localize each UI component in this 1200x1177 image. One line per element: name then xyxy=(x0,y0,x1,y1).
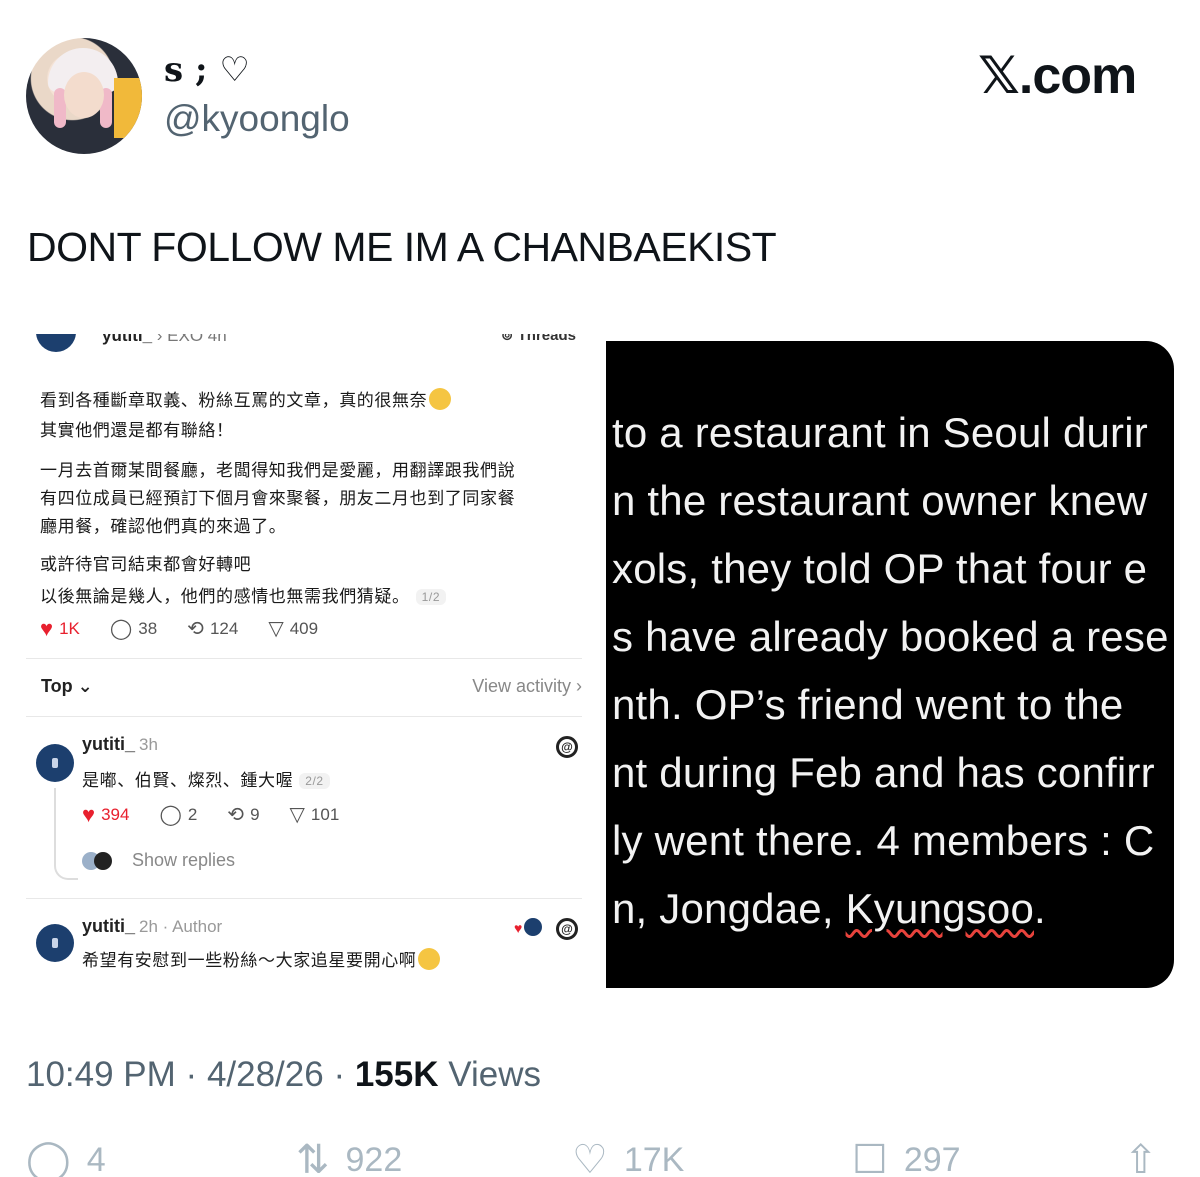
views-count: 155K xyxy=(354,1055,439,1094)
reply-avatar xyxy=(36,744,74,782)
reply-button[interactable]: ◯ 4 xyxy=(26,1140,106,1177)
pleading-emoji-icon xyxy=(418,948,441,970)
media-image-threads-screenshot[interactable]: yutiti_ › EXO 4h ⊚ Threads 看到各種斷章取義、粉絲互罵… xyxy=(26,334,600,988)
reply-metrics: ♥ 394 ◯ 2 ⟲ 9 ▽ 101 xyxy=(82,802,340,827)
pager-badge: 1/2 xyxy=(415,589,447,605)
post-line: 廳用餐，確認他們真的來過了。 xyxy=(40,517,287,536)
threads-username: yutiti_ › EXO 4h xyxy=(102,334,227,345)
translation-line: s have already booked a rese xyxy=(612,613,1169,660)
reply-text: 希望有安慰到一些粉絲～大家追星要開心啊 xyxy=(82,946,441,971)
threads-logo-icon: @ xyxy=(556,918,578,940)
repost-icon: ⟲ xyxy=(187,618,204,640)
send-icon: ▽ xyxy=(289,804,305,826)
heart-icon: ♥ xyxy=(40,616,54,641)
post-line: 看到各種斷章取義、粉絲互罵的文章，真的很無奈 xyxy=(40,386,452,411)
post-line: 其實他們還是都有聯絡！ xyxy=(40,421,234,440)
comment-icon: ◯ xyxy=(109,618,133,640)
repost-icon: ⇅ xyxy=(296,1138,330,1177)
bookmark-icon: ☐ xyxy=(852,1138,888,1177)
threads-app-label: ⊚ Threads xyxy=(500,334,576,344)
threads-logo-icon: @ xyxy=(556,736,578,758)
reply-avatars xyxy=(82,852,122,872)
liked-by-author-badge: ♥ xyxy=(514,918,544,938)
comment-icon: ◯ xyxy=(159,804,182,826)
send-icon: ▽ xyxy=(268,618,284,640)
reply-icon: ◯ xyxy=(26,1138,71,1177)
action-bar: ◯ 4 ⇅ 922 ♡ 17K ☐ 297 ⇧ xyxy=(26,1140,1176,1177)
tweet-text: DONT FOLLOW ME IM A CHANBAEKIST xyxy=(27,224,777,270)
reply-text: 是嘟、伯賢、燦烈、鍾大喔 2/2 xyxy=(82,766,330,791)
post-line: 一月去首爾某間餐廳，老闆得知我們是愛麗，用翻譯跟我們說 xyxy=(40,461,516,480)
translation-line: nth. OP’s friend went to the xyxy=(612,681,1124,728)
post-line: 或許待官司結束都會好轉吧 xyxy=(40,555,252,574)
threads-avatar xyxy=(36,334,76,352)
user-handle[interactable]: @kyoonglo xyxy=(164,98,350,140)
sort-label: Top ⌄ xyxy=(41,676,93,696)
like-button[interactable]: ♡ 17K xyxy=(572,1140,684,1177)
translation-line: to a restaurant in Seoul durir xyxy=(612,409,1148,456)
share-button[interactable]: ⇧ xyxy=(1124,1140,1158,1177)
view-activity-link: View activity › xyxy=(472,676,582,696)
share-icon: ⇧ xyxy=(1124,1138,1158,1177)
heart-icon: ♥ xyxy=(82,802,96,827)
bookmark-button[interactable]: ☐ 297 xyxy=(852,1140,961,1177)
heart-icon: ♡ xyxy=(572,1138,608,1177)
x-logo: 𝕏.com xyxy=(978,47,1137,105)
repost-icon: ⟲ xyxy=(227,804,245,826)
reply-avatar xyxy=(36,924,74,962)
translation-line: ly went there. 4 members : C xyxy=(612,817,1155,864)
tweet-timestamp[interactable]: 10:49 PM · 4/28/26 · 155K Views xyxy=(26,1055,541,1095)
translation-line: n the restaurant owner knew xyxy=(612,477,1148,524)
post-line: 以後無論是幾人，他們的感情也無需我們猜疑。 1/2 xyxy=(40,582,447,607)
translation-line: nt during Feb and has confirr xyxy=(612,749,1155,796)
reply-username: yutiti_ 3h xyxy=(82,734,158,754)
translation-line: n, Jongdae, Kyungsoo. xyxy=(612,885,1046,932)
post-metrics: ♥ 1K ◯ 38 ⟲ 124 ▽ 409 xyxy=(40,616,319,641)
misspelled-word: Kyungsoo xyxy=(845,885,1034,932)
avatar[interactable] xyxy=(26,38,142,154)
repost-button[interactable]: ⇅ 922 xyxy=(296,1140,402,1177)
media-image-translation[interactable]: to a restaurant in Seoul durir n the res… xyxy=(606,341,1174,988)
post-line: 有四位成員已經預訂下個月會來聚餐，朋友二月也到了同家餐 xyxy=(40,489,516,508)
sad-emoji-icon xyxy=(429,388,452,410)
show-replies-link: Show replies xyxy=(132,850,236,870)
reply-username: yutiti_ 2h · Author xyxy=(82,916,223,936)
display-name[interactable]: s ; ♡ xyxy=(164,50,250,90)
translation-line: xols, they told OP that four e xyxy=(612,545,1148,592)
